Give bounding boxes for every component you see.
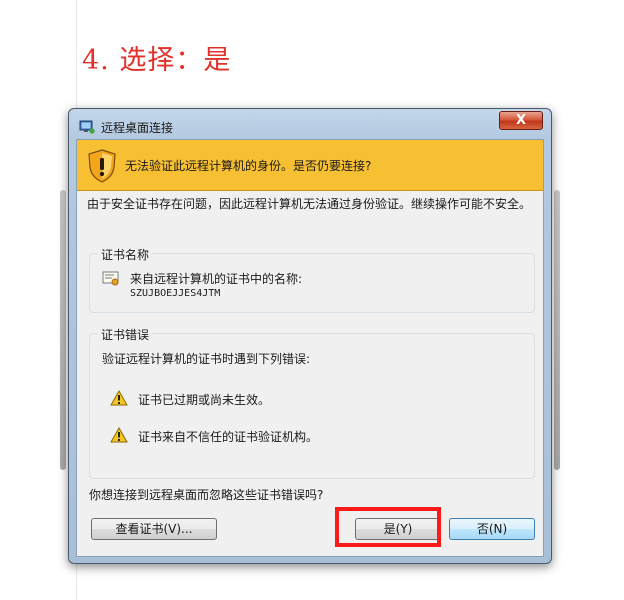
dialog-body: 无法验证此远程计算机的身份。是否仍要连接? 由于安全证书存在问题，因此远程计算机… (76, 139, 544, 557)
step-instruction: 4. 选择：是 (82, 45, 232, 76)
background-window-edge-right (554, 190, 560, 470)
close-button[interactable]: X (499, 111, 543, 130)
title-bar[interactable]: 远程桌面连接 X (69, 109, 551, 141)
banner-text: 无法验证此远程计算机的身份。是否仍要连接? (125, 159, 372, 173)
cert-errors-group-label: 证书错误 (98, 326, 153, 343)
remote-desktop-icon (79, 119, 95, 134)
connect-question: 你想连接到远程桌面而忽略这些证书错误吗? (89, 488, 324, 502)
cert-errors-group: 证书错误 验证远程计算机的证书时遇到下列错误: 证书已过期或尚未生效。 证书来自… (89, 326, 535, 479)
shield-warning-icon (87, 149, 117, 183)
cert-errors-intro: 验证远程计算机的证书时遇到下列错误: (102, 352, 311, 366)
certificate-icon (102, 271, 120, 287)
cert-name-label: 来自远程计算机的证书中的名称: (130, 272, 303, 286)
security-message: 由于安全证书存在问题，因此远程计算机无法通过身份验证。继续操作可能不安全。 (87, 197, 532, 211)
warning-triangle-icon (110, 426, 128, 443)
cert-error-item: 证书已过期或尚未生效。 (138, 393, 271, 407)
warning-triangle-icon (110, 389, 128, 406)
cert-name-group-label: 证书名称 (98, 246, 153, 263)
view-certificate-button[interactable]: 查看证书(V)... (91, 518, 217, 540)
background-window-edge-left (60, 190, 66, 470)
yes-button-highlight (335, 507, 441, 547)
warning-banner: 无法验证此远程计算机的身份。是否仍要连接? (77, 140, 543, 191)
cert-name-value: SZUJBOEJJES4JTM (130, 288, 221, 299)
cert-error-item: 证书来自不信任的证书验证机构。 (138, 430, 319, 444)
remote-desktop-dialog: 远程桌面连接 X 无法验证此远程计算机的身份。是否仍要连接? 由于安全证书存在问… (68, 108, 552, 564)
cert-name-group: 证书名称 来自远程计算机的证书中的名称: SZUJBOEJJES4JTM (89, 246, 535, 313)
no-button[interactable]: 否(N) (449, 518, 535, 540)
dialog-title: 远程桌面连接 (101, 121, 174, 135)
